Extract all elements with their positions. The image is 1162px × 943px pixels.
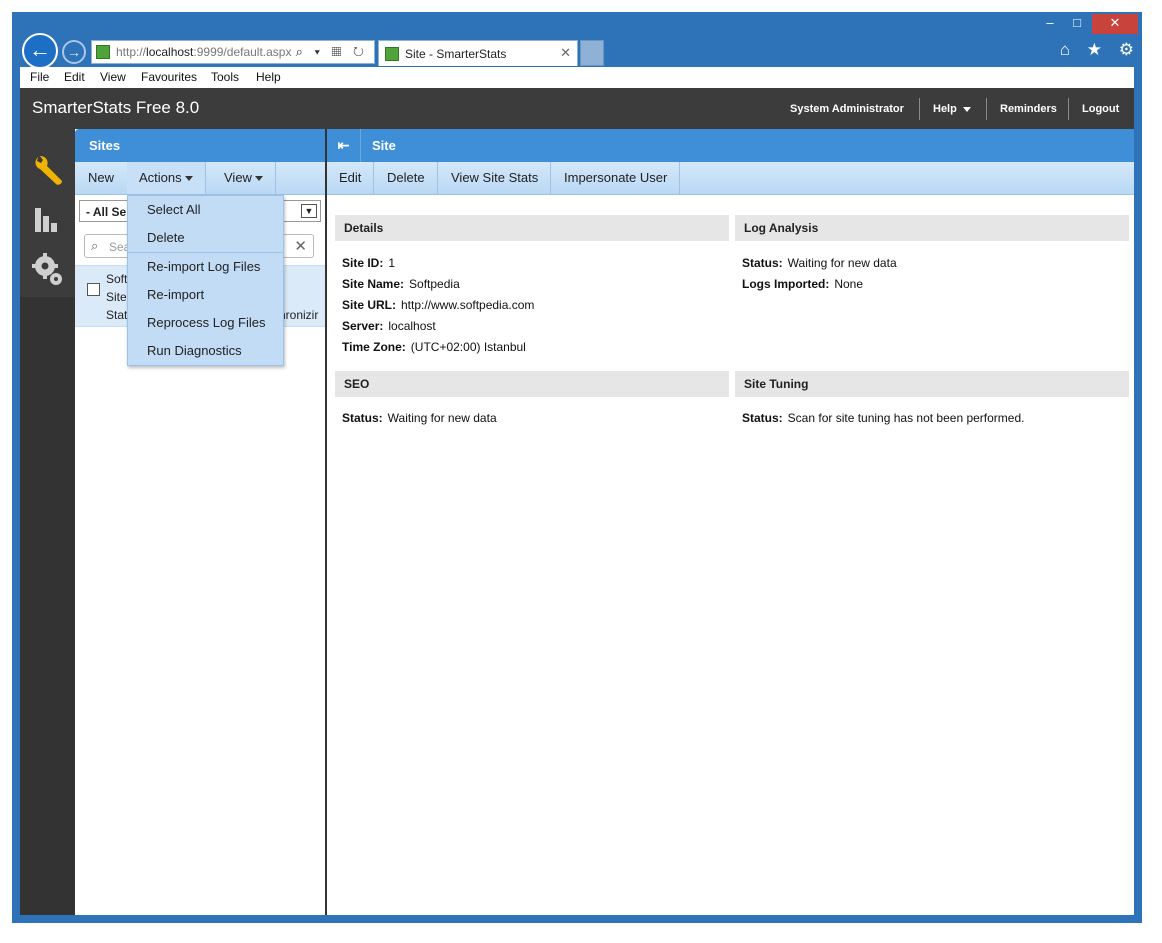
search-icon: ⌕ xyxy=(91,238,99,253)
menu-edit[interactable]: Edit xyxy=(64,70,85,84)
address-actions-icon[interactable]: ⌕ ▾ ▦ ↻ xyxy=(296,44,368,60)
log-analysis-header: Log Analysis xyxy=(735,215,1129,241)
seo-status: Status: Waiting for new data xyxy=(342,411,497,425)
menu-select-all[interactable]: Select All xyxy=(147,202,200,217)
address-url: http://localhost:9999/default.aspx xyxy=(116,45,292,59)
logs-imported: Logs Imported: None xyxy=(742,277,864,291)
bar-chart-icon[interactable] xyxy=(32,206,62,236)
header-divider xyxy=(1068,98,1069,120)
browser-tab[interactable]: Site - SmarterStats ✕ xyxy=(378,40,578,66)
site-tuning-status: Status: Scan for site tuning has not been… xyxy=(742,411,1025,425)
menu-help[interactable]: Help xyxy=(256,70,281,84)
impersonate-user-button[interactable]: Impersonate User xyxy=(552,162,681,194)
seo-header: SEO xyxy=(335,371,729,397)
clear-search-icon[interactable]: ✕ xyxy=(294,237,307,255)
forward-button[interactable]: → xyxy=(62,40,86,64)
app-header: SmarterStats Free 8.0 System Administrat… xyxy=(20,88,1134,129)
user-menu[interactable]: System Administrator xyxy=(790,103,904,115)
tab-close-icon[interactable]: ✕ xyxy=(560,45,571,61)
menu-divider xyxy=(128,252,283,253)
view-site-stats-button[interactable]: View Site Stats xyxy=(439,162,552,194)
wrench-icon[interactable] xyxy=(32,153,62,185)
sites-toolbar: New Actions View xyxy=(75,162,325,195)
menu-favourites[interactable]: Favourites xyxy=(141,70,197,84)
reminders-link[interactable]: Reminders xyxy=(1000,103,1057,115)
sites-pane-title: Sites xyxy=(75,129,325,162)
log-status: Status: Waiting for new data xyxy=(742,256,897,270)
detail-site-name: Site Name: Softpedia xyxy=(342,277,460,291)
close-window-button[interactable]: ✕ xyxy=(1092,14,1138,34)
menu-reimport[interactable]: Re-import xyxy=(147,287,204,302)
menu-file[interactable]: File xyxy=(30,70,49,84)
new-button[interactable]: New xyxy=(75,162,129,194)
delete-button[interactable]: Delete xyxy=(375,162,438,194)
main-nav xyxy=(20,129,75,915)
menu-bar: File Edit View Favourites Tools Help xyxy=(20,67,1134,88)
site-favicon-icon xyxy=(96,45,110,59)
gears-icon[interactable] xyxy=(32,251,62,285)
minimize-button[interactable]: – xyxy=(1038,14,1062,34)
view-button[interactable]: View xyxy=(212,162,276,194)
detail-site-url: Site URL: http://www.softpedia.com xyxy=(342,298,535,312)
back-button[interactable]: ← xyxy=(22,33,58,69)
address-bar[interactable]: http://localhost:9999/default.aspx ⌕ ▾ ▦… xyxy=(91,40,375,64)
menu-delete[interactable]: Delete xyxy=(147,230,185,245)
menu-reimport-log-files[interactable]: Re-import Log Files xyxy=(147,259,260,274)
site-tuning-header: Site Tuning xyxy=(735,371,1129,397)
header-divider xyxy=(919,98,920,120)
site-toolbar: Edit Delete View Site Stats Impersonate … xyxy=(327,162,1134,195)
menu-tools[interactable]: Tools xyxy=(211,70,239,84)
maximize-button[interactable]: □ xyxy=(1064,14,1090,34)
detail-site-id: Site ID: 1 xyxy=(342,256,396,270)
logout-link[interactable]: Logout xyxy=(1082,103,1119,115)
tab-title: Site - SmarterStats xyxy=(405,47,507,61)
help-menu[interactable]: Help xyxy=(933,103,971,115)
menu-run-diagnostics[interactable]: Run Diagnostics xyxy=(147,343,242,358)
tab-favicon-icon xyxy=(385,47,399,61)
edit-button[interactable]: Edit xyxy=(327,162,375,194)
actions-dropdown: Select All Delete Re-import Log Files Re… xyxy=(127,195,284,366)
app-title: SmarterStats Free 8.0 xyxy=(32,98,200,117)
chevron-down-icon xyxy=(962,106,971,112)
site-pane-title: ⇤ Site xyxy=(327,129,1134,162)
details-header: Details xyxy=(335,215,729,241)
chevron-down-icon: ▼ xyxy=(301,204,317,218)
row-checkbox[interactable] xyxy=(87,283,100,296)
chevron-down-icon xyxy=(254,176,263,182)
chevron-down-icon xyxy=(184,176,193,182)
header-divider xyxy=(986,98,987,120)
browser-tools-icons[interactable]: ⌂ ★ ⚙ xyxy=(1060,40,1140,60)
new-tab-button[interactable] xyxy=(580,40,604,66)
detail-time-zone: Time Zone: (UTC+02:00) Istanbul xyxy=(342,340,526,354)
nav-fill xyxy=(20,297,75,915)
collapse-pane-icon[interactable]: ⇤ xyxy=(327,129,361,162)
menu-view[interactable]: View xyxy=(100,70,126,84)
actions-button[interactable]: Actions xyxy=(127,162,206,194)
detail-server: Server: localhost xyxy=(342,319,436,333)
menu-reprocess-log-files[interactable]: Reprocess Log Files xyxy=(147,315,266,330)
site-pane: ⇤ Site Edit Delete View Site Stats Imper… xyxy=(327,129,1134,915)
